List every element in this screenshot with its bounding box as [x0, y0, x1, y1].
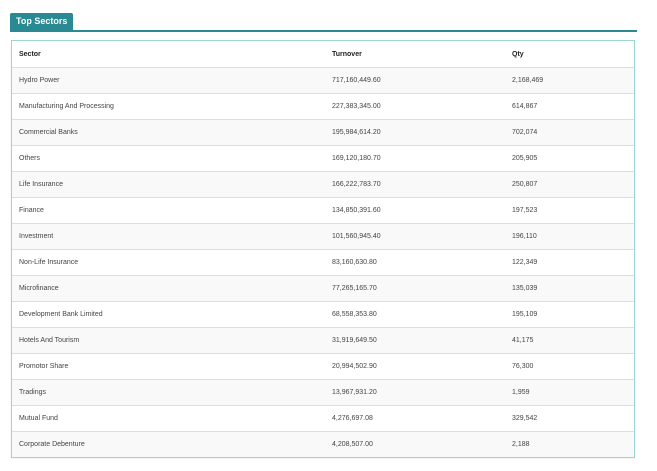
cell-qty: 135,039 [504, 275, 634, 302]
cell-qty: 195,109 [504, 301, 634, 328]
table-row: Corporate Debenture 4,208,507.00 2,188 [12, 431, 634, 457]
table-row: Commercial Banks 195,984,614.20 702,074 [12, 119, 634, 146]
table-header-row: Sector Turnover Qty [12, 41, 634, 68]
cell-turnover: 166,222,783.70 [324, 171, 504, 198]
table-row: Promotor Share 20,994,502.90 76,300 [12, 353, 634, 380]
cell-turnover: 169,120,180.70 [324, 145, 504, 172]
cell-qty: 2,188 [504, 431, 634, 457]
table-row: Non-Life Insurance 83,160,630.80 122,349 [12, 249, 634, 276]
cell-turnover: 4,276,697.08 [324, 405, 504, 432]
cell-sector: Development Bank Limited [12, 301, 324, 328]
cell-qty: 41,175 [504, 327, 634, 354]
cell-sector: Non-Life Insurance [12, 249, 324, 276]
cell-sector: Microfinance [12, 275, 324, 302]
cell-qty: 197,523 [504, 197, 634, 224]
cell-sector: Others [12, 145, 324, 172]
sectors-table: Sector Turnover Qty Hydro Power 717,160,4… [12, 41, 634, 457]
cell-turnover: 195,984,614.20 [324, 119, 504, 146]
cell-qty: 702,074 [504, 119, 634, 146]
table-row: Development Bank Limited 68,558,353.80 195… [12, 301, 634, 328]
cell-qty: 122,349 [504, 249, 634, 276]
column-header-turnover: Turnover [324, 41, 504, 68]
cell-sector: Promotor Share [12, 353, 324, 380]
cell-turnover: 717,160,449.60 [324, 67, 504, 94]
cell-qty: 1,959 [504, 379, 634, 406]
cell-sector: Tradings [12, 379, 324, 406]
cell-sector: Life Insurance [12, 171, 324, 198]
table-row: Others 169,120,180.70 205,905 [12, 145, 634, 172]
cell-turnover: 134,850,391.60 [324, 197, 504, 224]
column-header-qty: Qty [504, 41, 634, 68]
top-sectors-widget: Top Sectors Sector Turnover Qty Hydro Po… [10, 13, 637, 458]
table-row: Life Insurance 166,222,783.70 250,807 [12, 171, 634, 198]
cell-turnover: 83,160,630.80 [324, 249, 504, 276]
cell-qty: 196,110 [504, 223, 634, 250]
table-row: Hydro Power 717,160,449.60 2,168,469 [12, 67, 634, 94]
table-row: Manufacturing And Processing 227,383,345.… [12, 93, 634, 120]
table-row: Mutual Fund 4,276,697.08 329,542 [12, 405, 634, 432]
cell-qty: 614,867 [504, 93, 634, 120]
column-header-sector: Sector [12, 41, 324, 68]
table-row: Tradings 13,967,931.20 1,959 [12, 379, 634, 406]
cell-turnover: 13,967,931.20 [324, 379, 504, 406]
table-body: Hydro Power 717,160,449.60 2,168,469 Manufa… [12, 67, 634, 457]
cell-sector: Manufacturing And Processing [12, 93, 324, 120]
widget-header: Top Sectors [10, 13, 637, 32]
cell-turnover: 68,558,353.80 [324, 301, 504, 328]
cell-qty: 329,542 [504, 405, 634, 432]
cell-sector: Commercial Banks [12, 119, 324, 146]
cell-sector: Corporate Debenture [12, 431, 324, 457]
table-row: Microfinance 77,265,165.70 135,039 [12, 275, 634, 302]
table-header: Sector Turnover Qty [12, 41, 634, 68]
cell-qty: 250,807 [504, 171, 634, 198]
cell-qty: 76,300 [504, 353, 634, 380]
cell-sector: Mutual Fund [12, 405, 324, 432]
widget-title-tab[interactable]: Top Sectors [10, 13, 74, 30]
cell-turnover: 227,383,345.00 [324, 93, 504, 120]
table-row: Finance 134,850,391.60 197,523 [12, 197, 634, 224]
cell-qty: 205,905 [504, 145, 634, 172]
cell-sector: Hydro Power [12, 67, 324, 94]
cell-sector: Investment [12, 223, 324, 250]
cell-turnover: 77,265,165.70 [324, 275, 504, 302]
table-row: Hotels And Tourism 31,919,649.50 41,175 [12, 327, 634, 354]
cell-turnover: 31,919,649.50 [324, 327, 504, 354]
sectors-table-container: Sector Turnover Qty Hydro Power 717,160,4… [11, 40, 635, 458]
cell-turnover: 20,994,502.90 [324, 353, 504, 380]
cell-qty: 2,168,469 [504, 67, 634, 94]
cell-sector: Finance [12, 197, 324, 224]
cell-turnover: 4,208,507.00 [324, 431, 504, 457]
cell-turnover: 101,560,945.40 [324, 223, 504, 250]
cell-sector: Hotels And Tourism [12, 327, 324, 354]
table-row: Investment 101,560,945.40 196,110 [12, 223, 634, 250]
